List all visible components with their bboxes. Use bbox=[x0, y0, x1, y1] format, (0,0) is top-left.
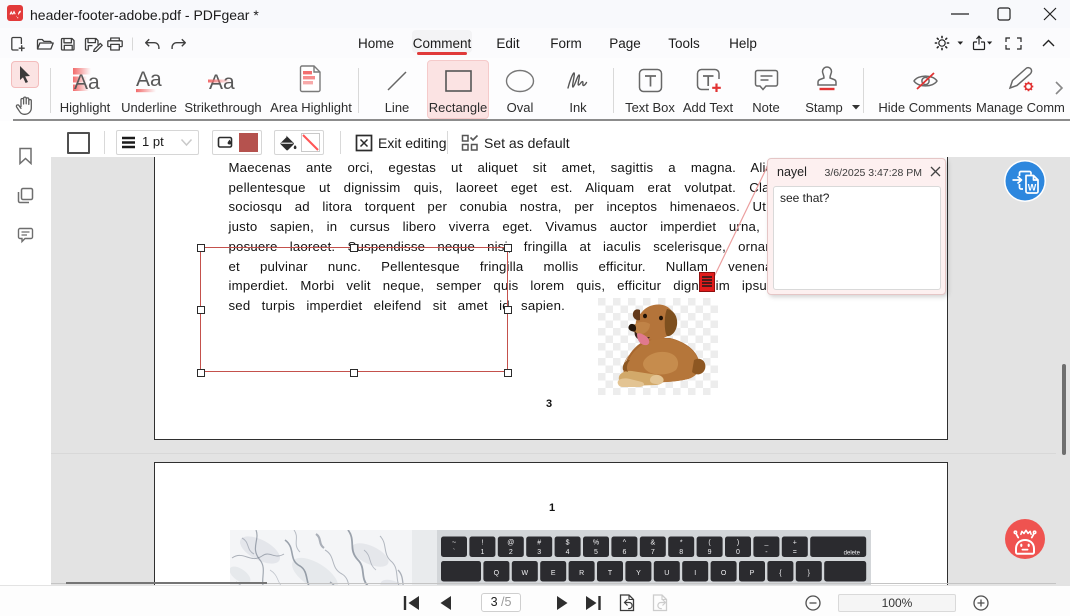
svg-text:delete: delete bbox=[844, 551, 861, 557]
svg-text:E: E bbox=[551, 570, 556, 577]
svg-text:4: 4 bbox=[566, 549, 570, 556]
svg-text:8: 8 bbox=[679, 549, 683, 556]
svg-text:9: 9 bbox=[708, 549, 712, 556]
svg-text:7: 7 bbox=[651, 549, 655, 556]
svg-text:=: = bbox=[793, 549, 797, 556]
svg-text:Y: Y bbox=[636, 570, 641, 577]
svg-text:): ) bbox=[737, 540, 739, 547]
svg-text:O: O bbox=[721, 570, 727, 577]
svg-text:!: ! bbox=[481, 540, 483, 547]
svg-text:U: U bbox=[664, 570, 669, 577]
svg-text:1: 1 bbox=[480, 549, 484, 556]
svg-text:~: ~ bbox=[452, 540, 456, 547]
svg-text:0: 0 bbox=[736, 549, 740, 556]
svg-text:W: W bbox=[521, 570, 528, 577]
svg-text:Q: Q bbox=[494, 570, 500, 577]
svg-text:5: 5 bbox=[594, 549, 598, 556]
svg-text:#: # bbox=[537, 540, 541, 547]
svg-text:3: 3 bbox=[537, 549, 541, 556]
svg-text:Aa: Aa bbox=[74, 71, 100, 94]
svg-text:I: I bbox=[694, 570, 696, 577]
svg-text:`: ` bbox=[453, 549, 455, 556]
svg-text:*: * bbox=[680, 540, 683, 547]
svg-text:6: 6 bbox=[622, 549, 626, 556]
svg-text:P: P bbox=[750, 570, 755, 577]
svg-text:_: _ bbox=[763, 540, 768, 547]
svg-text:R: R bbox=[579, 570, 584, 577]
svg-text:@: @ bbox=[507, 540, 514, 547]
svg-text:%: % bbox=[593, 540, 599, 547]
svg-text:&: & bbox=[650, 540, 655, 547]
svg-text:$: $ bbox=[566, 540, 570, 547]
svg-text:T: T bbox=[608, 570, 613, 577]
svg-text:W: W bbox=[1028, 183, 1037, 193]
svg-text:2: 2 bbox=[509, 549, 513, 556]
svg-text:Aa: Aa bbox=[136, 68, 162, 91]
svg-text:+: + bbox=[793, 540, 797, 547]
